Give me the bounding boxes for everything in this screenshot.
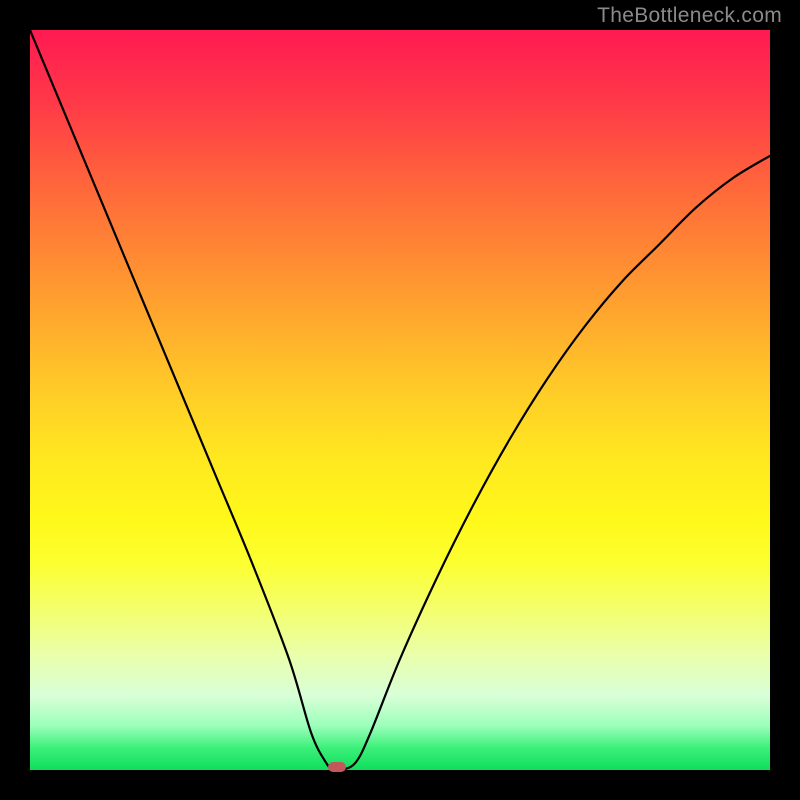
curve-svg (30, 30, 770, 770)
optimal-point-marker (328, 762, 346, 772)
chart-frame: TheBottleneck.com (0, 0, 800, 800)
bottleneck-curve-path (30, 30, 770, 770)
plot-area (30, 30, 770, 770)
watermark-text: TheBottleneck.com (597, 4, 782, 28)
